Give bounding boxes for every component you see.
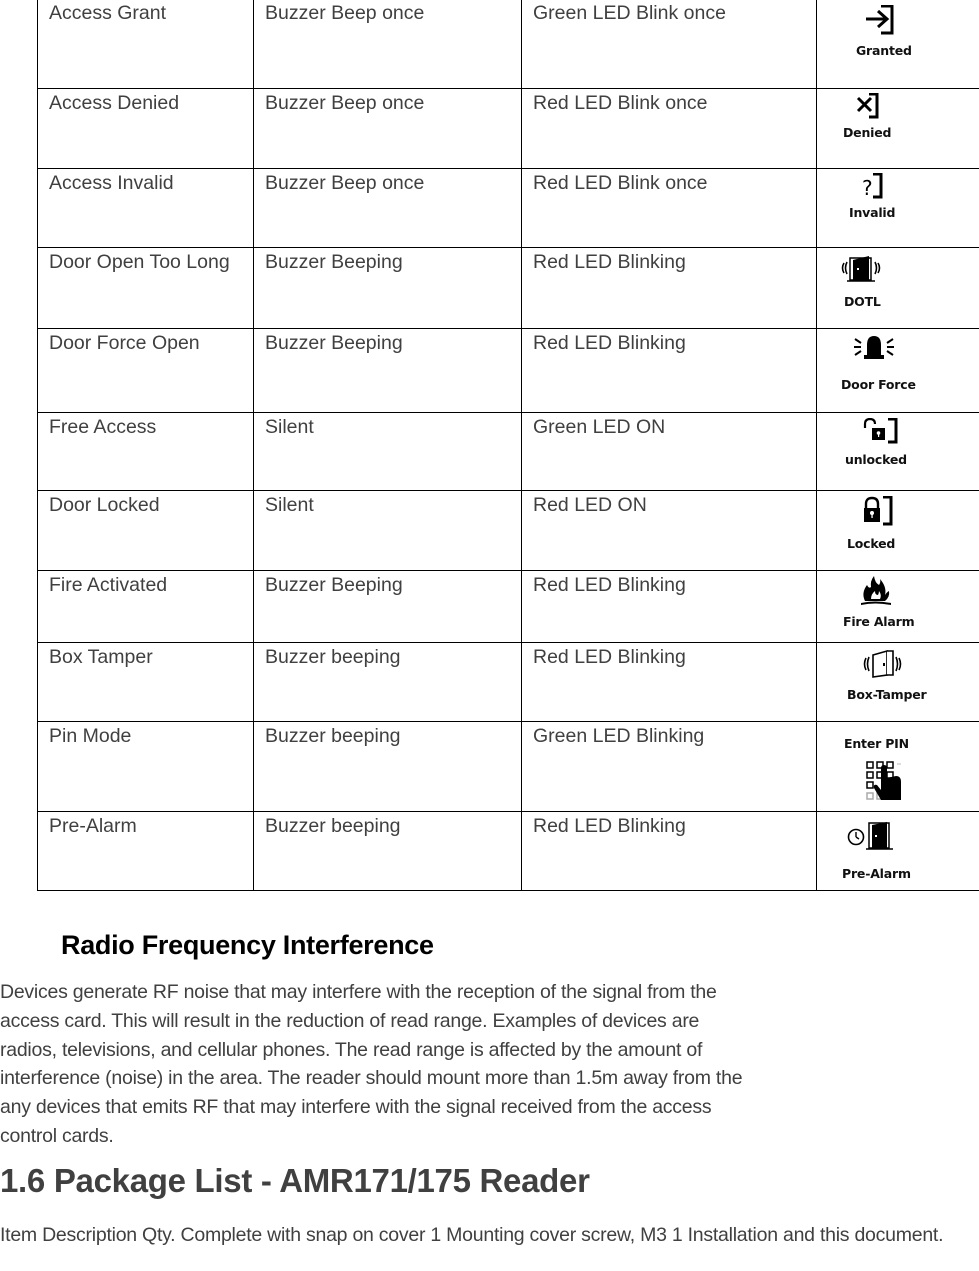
table-row: Access Denied Buzzer Beep once Red LED B… xyxy=(37,88,979,169)
event-cell: Access Grant xyxy=(49,2,167,24)
table-row: Fire Activated Buzzer Beeping Red LED Bl… xyxy=(37,570,979,643)
icon-label: Granted xyxy=(856,43,912,58)
led-cell: Red LED Blink once xyxy=(533,92,708,114)
buzzer-cell: Buzzer Beeping xyxy=(265,574,403,596)
package-list-paragraph: Item Description Qty. Complete with snap… xyxy=(0,1224,944,1246)
buzzer-cell: Buzzer Beeping xyxy=(265,251,403,273)
icon-cell: Locked xyxy=(817,491,979,556)
icon-cell: Fire Alarm xyxy=(817,571,979,634)
event-cell: Access Denied xyxy=(49,92,180,114)
invalid-icon: ? xyxy=(862,173,883,199)
table-row: Access Invalid Buzzer Beep once Red LED … xyxy=(37,168,979,248)
led-cell: Red LED Blinking xyxy=(533,574,686,596)
buzzer-cell: Buzzer Beeping xyxy=(265,332,403,354)
unlocked-icon xyxy=(863,418,898,444)
table-row: Door Force Open Buzzer Beeping Red LED B… xyxy=(37,328,979,413)
icon-cell: ? Invalid xyxy=(817,169,979,225)
event-cell: Pin Mode xyxy=(49,725,132,747)
led-cell: Red LED Blinking xyxy=(533,251,686,273)
icon-cell: Granted xyxy=(817,0,979,63)
buzzer-cell: Buzzer Beep once xyxy=(265,2,425,24)
rf-interference-heading: Radio Frequency Interference xyxy=(61,930,434,960)
icon-cell: Denied xyxy=(817,89,979,145)
keypad-hand-icon xyxy=(866,761,901,800)
fire-icon xyxy=(861,576,891,605)
icon-cell: Enter PIN xyxy=(817,722,979,810)
led-cell: Green LED Blinking xyxy=(533,725,705,747)
icon-label: Invalid xyxy=(849,205,896,220)
buzzer-cell: Silent xyxy=(265,494,314,516)
table-row: Free Access Silent Green LED ON unlocked xyxy=(37,412,979,491)
event-cell: Pre-Alarm xyxy=(49,815,137,837)
led-cell: Green LED ON xyxy=(533,416,666,438)
event-cell: Fire Activated xyxy=(49,574,168,596)
granted-icon xyxy=(866,5,894,35)
event-cell: Access Invalid xyxy=(49,172,174,194)
icon-cell: unlocked xyxy=(817,413,979,472)
icon-label: unlocked xyxy=(845,452,907,467)
icon-label: DOTL xyxy=(844,294,881,309)
buzzer-cell: Buzzer Beep once xyxy=(265,172,425,194)
buzzer-cell: Buzzer beeping xyxy=(265,815,401,837)
denied-icon xyxy=(856,93,879,119)
icon-label: Fire Alarm xyxy=(843,614,915,629)
icon-label: Pre-Alarm xyxy=(842,866,911,881)
package-list-heading: 1.6 Package List - AMR171/175 Reader xyxy=(0,1162,590,1199)
event-cell: Door Open Too Long xyxy=(49,251,230,273)
locked-icon xyxy=(864,496,893,526)
icon-cell: Box-Tamper xyxy=(817,643,979,707)
event-cell: Free Access xyxy=(49,416,157,438)
rf-interference-paragraph: Devices generate RF noise that may inter… xyxy=(0,981,743,1147)
table-row: Pre-Alarm Buzzer beeping Red LED Blinkin… xyxy=(37,811,979,891)
box-tamper-icon xyxy=(863,649,902,678)
icon-label: Enter PIN xyxy=(844,736,909,751)
alarm-beacon-icon xyxy=(854,336,894,359)
buzzer-cell: Buzzer Beep once xyxy=(265,92,425,114)
icon-cell: Door Force xyxy=(817,329,979,397)
buzzer-cell: Buzzer beeping xyxy=(265,646,401,668)
event-cell: Door Locked xyxy=(49,494,160,516)
event-cell: Door Force Open xyxy=(49,332,200,354)
led-cell: Red LED ON xyxy=(533,494,647,516)
status-indication-table: Access Grant Buzzer Beep once Green LED … xyxy=(37,0,979,891)
table-row: Box Tamper Buzzer beeping Red LED Blinki… xyxy=(37,642,979,722)
door-open-too-long-icon xyxy=(841,256,881,282)
led-cell: Red LED Blinking xyxy=(533,815,686,837)
icon-label: Box-Tamper xyxy=(847,687,927,702)
icon-cell: Pre-Alarm xyxy=(817,812,979,886)
icon-label: Door Force xyxy=(841,377,916,392)
led-cell: Red LED Blink once xyxy=(533,172,708,194)
icon-cell: DOTL xyxy=(817,248,979,314)
svg-text:?: ? xyxy=(862,176,873,199)
event-cell: Box Tamper xyxy=(49,646,153,668)
clock-door-icon xyxy=(847,822,893,850)
table-row: Door Open Too Long Buzzer Beeping Red LE… xyxy=(37,247,979,329)
icon-label: Denied xyxy=(843,125,892,140)
led-cell: Green LED Blink once xyxy=(533,2,726,24)
table-row: Pin Mode Buzzer beeping Green LED Blinki… xyxy=(37,721,979,812)
buzzer-cell: Silent xyxy=(265,416,314,438)
icon-label: Locked xyxy=(847,536,896,551)
led-cell: Red LED Blinking xyxy=(533,646,686,668)
table-row: Access Grant Buzzer Beep once Green LED … xyxy=(37,0,979,89)
led-cell: Red LED Blinking xyxy=(533,332,686,354)
buzzer-cell: Buzzer beeping xyxy=(265,725,401,747)
table-row: Door Locked Silent Red LED ON Locked xyxy=(37,490,979,571)
